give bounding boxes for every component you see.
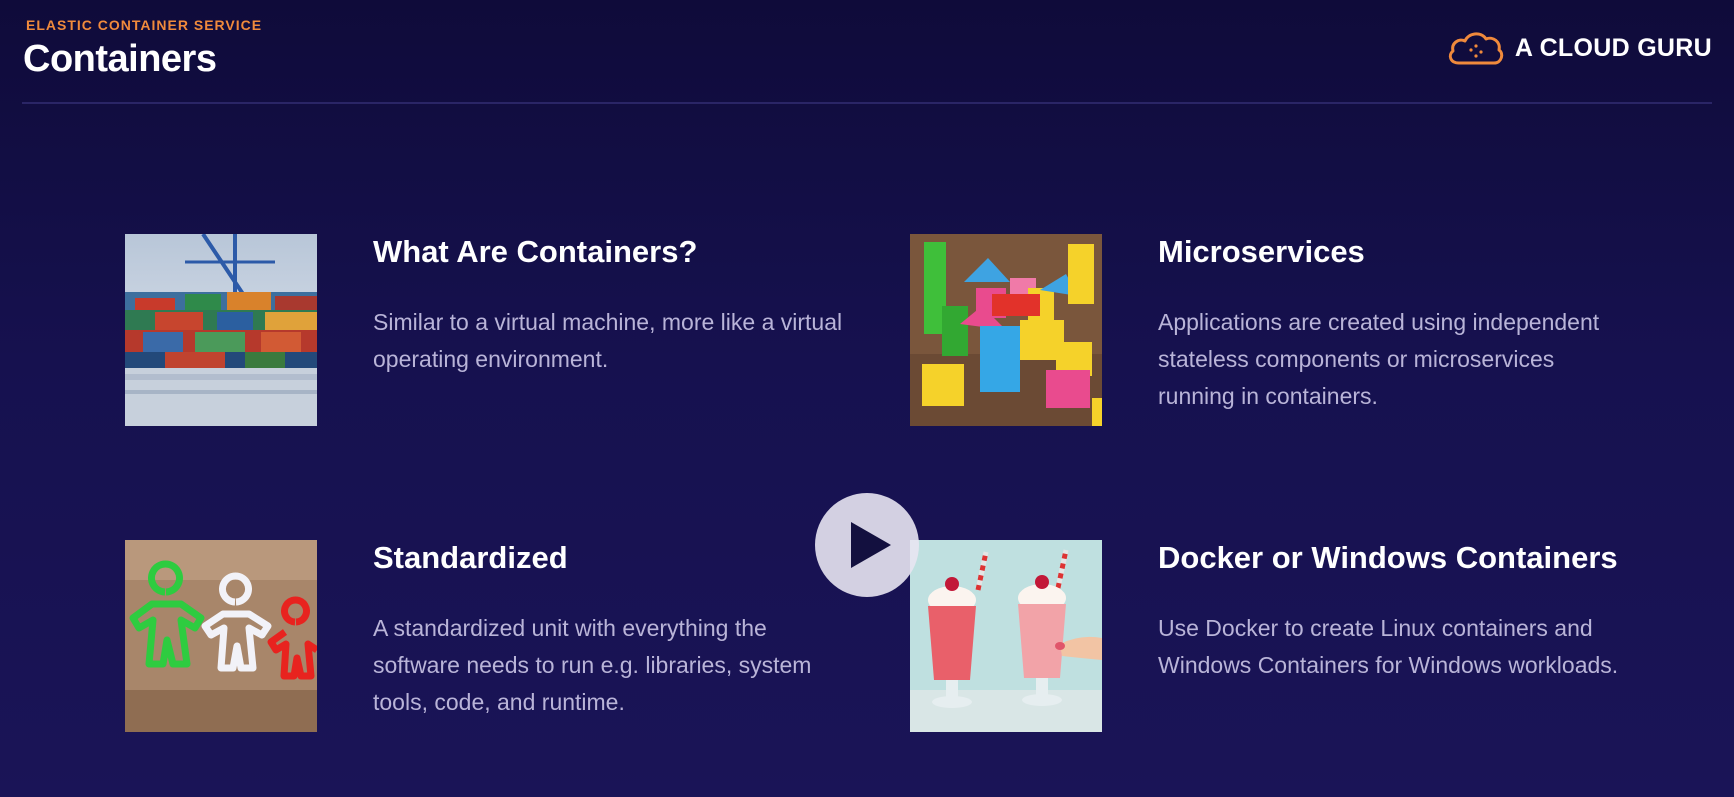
card-description: A standardized unit with everything the … (373, 615, 812, 715)
play-icon (851, 522, 891, 568)
card-description: Use Docker to create Linux containers an… (1158, 615, 1619, 678)
slide-header: ELASTIC CONTAINER SERVICE Containers A C… (0, 0, 1734, 104)
play-button[interactable] (815, 493, 919, 597)
cookie-cutters-photo (125, 540, 317, 732)
card-description: Applications are created using independe… (1158, 309, 1600, 409)
brand-logo-text: A CLOUD GURU (1514, 33, 1712, 62)
page-title: Containers (23, 38, 217, 80)
cloud-logo-icon (1448, 32, 1504, 65)
building-blocks-photo (910, 234, 1102, 426)
card-title: What Are Containers? (373, 234, 698, 269)
card-standardized: Standardized A standardized unit with ev… (125, 540, 885, 732)
milkshakes-photo (910, 540, 1102, 732)
card-title: Microservices (1158, 234, 1365, 269)
section-eyebrow: ELASTIC CONTAINER SERVICE (26, 17, 263, 33)
shipping-containers-photo (125, 234, 317, 426)
brand-logo: A CLOUD GURU (1445, 28, 1712, 68)
card-what-are-containers: What Are Containers? Similar to a virtua… (125, 234, 885, 426)
card-docker-windows: Docker or Windows Containers Use Docker … (910, 540, 1670, 732)
card-title: Standardized (373, 540, 568, 575)
header-divider (22, 102, 1712, 104)
card-title: Docker or Windows Containers (1158, 540, 1618, 575)
card-description: Similar to a virtual machine, more like … (373, 309, 843, 372)
card-microservices: Microservices Applications are created u… (910, 234, 1670, 426)
